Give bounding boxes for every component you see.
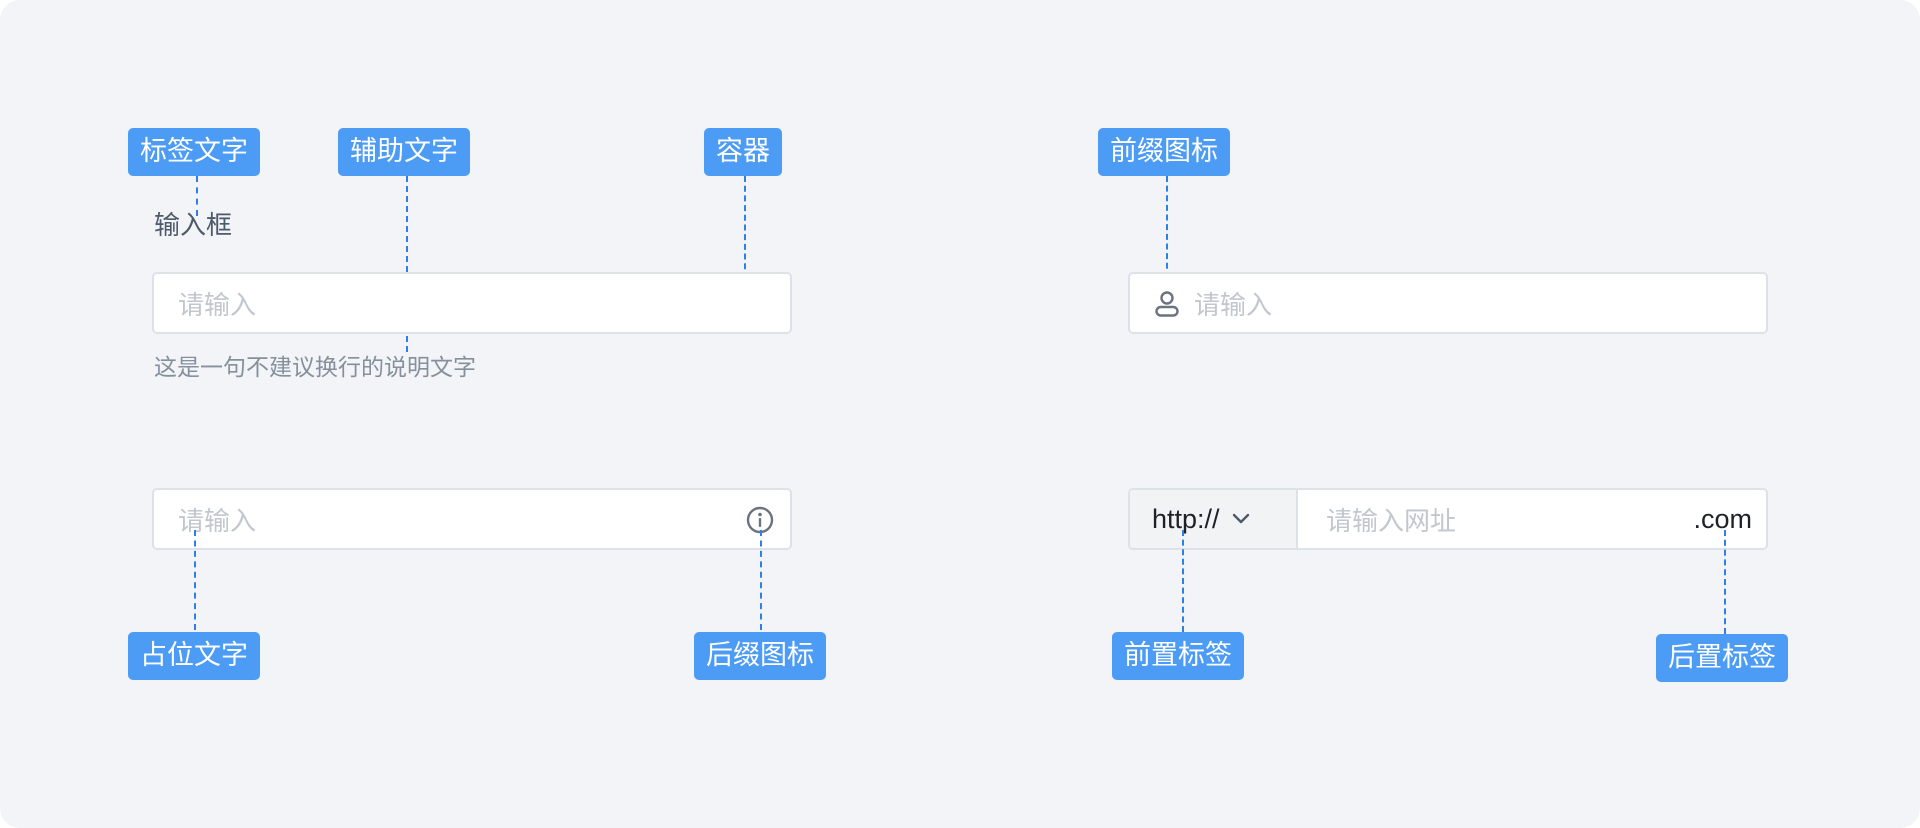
annotation-suffix-icon: 后缀图标 bbox=[694, 632, 826, 680]
helper-text: 这是一句不建议换行的说明文字 bbox=[154, 355, 476, 381]
annotation-label-text: 标签文字 bbox=[128, 128, 260, 176]
basic-input[interactable]: 请输入 bbox=[152, 272, 792, 334]
protocol-select-value: http:// bbox=[1152, 503, 1220, 534]
addon-input[interactable]: http:// 请输入网址 .com bbox=[1128, 488, 1768, 550]
design-canvas: 标签文字 辅助文字 容器 输入框 请输入 这是一句不建议换行的说明文字 前缀图标… bbox=[0, 0, 1920, 828]
suffix-icon-input-placeholder: 请输入 bbox=[178, 506, 257, 537]
prefix-icon-input[interactable]: 请输入 bbox=[1128, 272, 1768, 334]
prefix-icon-input-placeholder: 请输入 bbox=[1194, 290, 1273, 321]
annotation-prefix-tag: 前置标签 bbox=[1112, 632, 1244, 680]
chevron-down-icon bbox=[1232, 513, 1249, 524]
basic-input-placeholder: 请输入 bbox=[178, 290, 257, 321]
guide-line-suffix-tag bbox=[1724, 530, 1726, 634]
annotation-suffix-tag: 后置标签 bbox=[1656, 634, 1788, 682]
suffix-icon-input[interactable]: 请输入 bbox=[152, 488, 792, 550]
protocol-select[interactable]: http:// bbox=[1130, 490, 1298, 548]
url-input-placeholder: 请输入网址 bbox=[1326, 506, 1457, 537]
annotation-prefix-icon: 前缀图标 bbox=[1098, 128, 1230, 176]
domain-suffix: .com bbox=[1693, 503, 1752, 534]
guide-line-prefix-tag bbox=[1182, 530, 1184, 632]
user-icon bbox=[1155, 291, 1179, 317]
annotation-helper-text: 辅助文字 bbox=[338, 128, 470, 176]
annotation-container: 容器 bbox=[704, 128, 782, 176]
field-label: 输入框 bbox=[154, 211, 233, 241]
guide-line-placeholder bbox=[194, 530, 196, 630]
guide-line-suffix-icon bbox=[760, 530, 762, 630]
annotation-placeholder-text: 占位文字 bbox=[128, 632, 260, 680]
